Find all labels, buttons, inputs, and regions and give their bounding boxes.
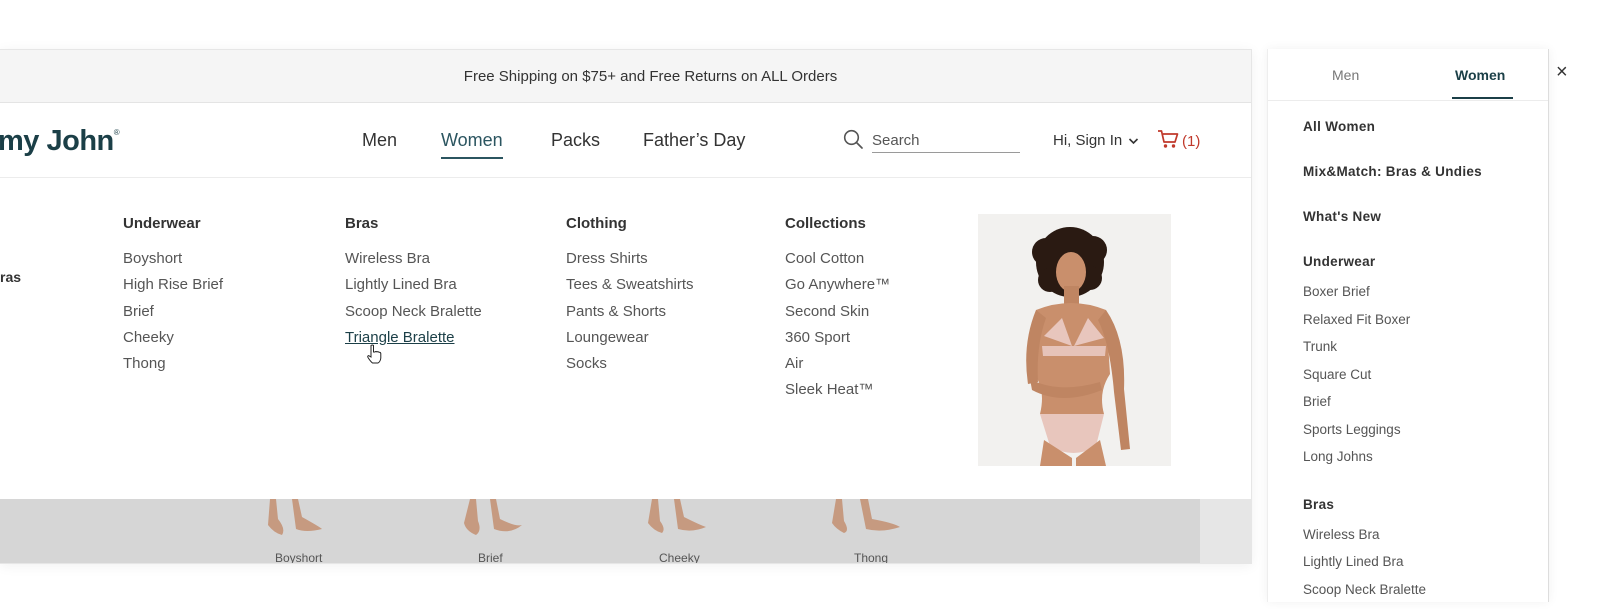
menu-link[interactable]: Go Anywhere™ (785, 272, 890, 298)
menu-link[interactable]: Second Skin (785, 299, 890, 325)
mega-menu: ras Underwear Boyshort High Rise Brief B… (0, 179, 1252, 500)
menu-column-title: Collections (785, 215, 890, 232)
drawer-link[interactable]: Boxer Brief (1303, 284, 1482, 312)
mobile-nav-drawer: Men Women All Women Mix&Match: Bras & Un… (1267, 49, 1549, 602)
product-link-cheeky[interactable]: Cheeky (659, 551, 700, 564)
cart-count: (1) (1182, 133, 1200, 150)
drawer-link[interactable]: Wireless Bra (1303, 527, 1482, 555)
drawer-link[interactable]: Sports Leggings (1303, 422, 1482, 450)
menu-link[interactable]: Cheeky (123, 325, 223, 351)
menu-column-title: Underwear (123, 215, 223, 232)
logo-text: my John (0, 125, 114, 157)
menu-link[interactable]: Wireless Bra (345, 246, 482, 272)
product-strip-edge (1200, 499, 1252, 564)
menu-link[interactable]: Loungewear (566, 325, 694, 351)
drawer-item-whats-new[interactable]: What's New (1303, 209, 1482, 254)
drawer-tabs: Men Women (1268, 49, 1549, 101)
tab-women[interactable]: Women (1455, 67, 1505, 83)
nav-men[interactable]: Men (362, 130, 397, 151)
drawer-link[interactable]: Brief (1303, 394, 1482, 422)
product-image-brief[interactable] (460, 499, 530, 549)
product-image-cheeky[interactable] (646, 499, 716, 549)
product-image-thong[interactable] (830, 499, 910, 549)
mega-menu-left-fragment[interactable]: ras (0, 269, 21, 285)
menu-link[interactable]: Cool Cotton (785, 246, 890, 272)
menu-link[interactable]: Dress Shirts (566, 246, 694, 272)
menu-link[interactable]: Lightly Lined Bra (345, 272, 482, 298)
menu-column-underwear: Underwear Boyshort High Rise Brief Brief… (123, 215, 223, 377)
drawer-link[interactable]: Long Johns (1303, 449, 1482, 477)
menu-link[interactable]: 360 Sport (785, 325, 890, 351)
search-icon[interactable] (843, 129, 864, 155)
nav-fathers-day[interactable]: Father’s Day (643, 130, 745, 151)
drawer-link[interactable]: Trunk (1303, 339, 1482, 367)
site-window: Free Shipping on $75+ and Free Returns o… (0, 49, 1252, 564)
menu-link[interactable]: Air (785, 351, 890, 377)
nav-packs[interactable]: Packs (551, 130, 600, 151)
drawer-section-bras[interactable]: Bras (1303, 497, 1482, 527)
drawer-link[interactable]: Square Cut (1303, 367, 1482, 395)
menu-link[interactable]: Boyshort (123, 246, 223, 272)
menu-column-bras: Bras Wireless Bra Lightly Lined Bra Scoo… (345, 215, 482, 351)
menu-link[interactable]: Socks (566, 351, 694, 377)
search-input[interactable] (872, 132, 1020, 153)
drawer-item-list: All Women Mix&Match: Bras & Undies What'… (1303, 119, 1482, 609)
product-link-boyshort[interactable]: Boyshort (275, 551, 322, 564)
chevron-down-icon (1128, 132, 1139, 149)
menu-link[interactable]: Tees & Sweatshirts (566, 272, 694, 298)
menu-column-clothing: Clothing Dress Shirts Tees & Sweatshirts… (566, 215, 694, 377)
signin-label: Hi, Sign In (1053, 132, 1122, 149)
search-box (843, 129, 1020, 155)
menu-column-title: Bras (345, 215, 482, 232)
signin-menu[interactable]: Hi, Sign In (1053, 132, 1139, 149)
promo-bar: Free Shipping on $75+ and Free Returns o… (0, 50, 1251, 103)
hand-cursor-icon (366, 344, 382, 369)
product-link-brief[interactable]: Brief (478, 551, 503, 564)
drawer-item-all-women[interactable]: All Women (1303, 119, 1482, 164)
drawer-section-underwear[interactable]: Underwear (1303, 254, 1482, 284)
menu-column-title: Clothing (566, 215, 694, 232)
logo[interactable]: my John® (0, 125, 119, 158)
menu-link[interactable]: Pants & Shorts (566, 299, 694, 325)
promo-image[interactable] (978, 214, 1171, 466)
menu-link[interactable]: Brief (123, 299, 223, 325)
promo-text: Free Shipping on $75+ and Free Returns o… (464, 68, 837, 85)
tab-men[interactable]: Men (1332, 67, 1359, 83)
drawer-link[interactable]: Scoop Neck Bralette (1303, 582, 1482, 609)
active-tab-indicator (1452, 97, 1513, 99)
product-image-boyshort[interactable] (262, 499, 332, 549)
nav-women[interactable]: Women (441, 130, 503, 159)
drawer-link[interactable]: Lightly Lined Bra (1303, 554, 1482, 582)
drawer-item-mix-match[interactable]: Mix&Match: Bras & Undies (1303, 164, 1482, 209)
cart-icon (1157, 129, 1179, 153)
drawer-link[interactable]: Relaxed Fit Boxer (1303, 312, 1482, 340)
drawer-spacer (1303, 477, 1482, 497)
menu-link[interactable]: High Rise Brief (123, 272, 223, 298)
menu-link[interactable]: Scoop Neck Bralette (345, 299, 482, 325)
registered-mark: ® (114, 128, 119, 137)
site-header: my John® Men Women Packs Father’s Day Hi… (0, 103, 1251, 178)
menu-column-collections: Collections Cool Cotton Go Anywhere™ Sec… (785, 215, 890, 404)
product-link-thong[interactable]: Thong (854, 551, 888, 564)
product-strip: Boyshort Brief Cheeky Thong (0, 499, 1200, 564)
close-icon[interactable]: × (1556, 62, 1568, 82)
menu-link[interactable]: Thong (123, 351, 223, 377)
cart-button[interactable]: (1) (1157, 129, 1200, 153)
drawer-border (1548, 49, 1549, 602)
menu-link[interactable]: Sleek Heat™ (785, 377, 890, 403)
